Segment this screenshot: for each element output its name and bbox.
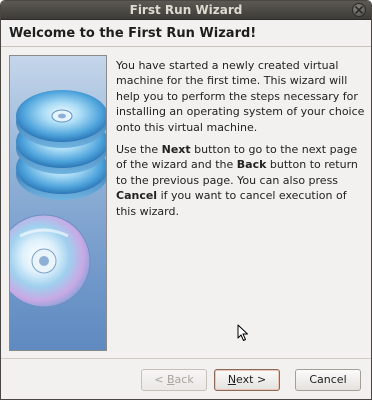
next-button-rest: ext > [236,373,267,386]
instructions-next-word: Next [161,143,191,156]
cancel-button[interactable]: Cancel [295,369,361,391]
mouse-pointer-icon [237,324,248,341]
intro-paragraph: You have started a newly created virtual… [116,59,365,134]
window-titlebar[interactable]: First Run Wizard [1,1,371,20]
wizard-header: Welcome to the First Run Wizard! [1,20,371,47]
cd-stack-illustration [9,55,107,351]
page-title: Welcome to the First Run Wizard! [9,26,257,41]
disc-large [10,214,91,308]
window-title: First Run Wizard [129,3,243,17]
back-button-rest: ack [174,373,194,386]
close-button[interactable] [352,3,366,17]
close-icon [355,6,363,14]
instructions-paragraph: Use the Next button to go to the next pa… [116,142,366,219]
footer-separator [1,358,371,359]
back-button[interactable]: < Back [141,369,207,391]
disc-stack [16,90,106,200]
next-button-mnemonic: N [227,373,237,386]
instructions-back-word: Back [236,158,267,172]
instructions-text: Use the [116,143,162,156]
wizard-window: First Run Wizard Welcome to the First Ru… [0,0,372,400]
back-button-mnemonic: B [167,373,175,386]
wizard-content: You have started a newly created virtual… [1,47,371,358]
instructions-cancel-word: Cancel [116,189,158,203]
back-button-prefix: < [154,373,167,386]
next-button[interactable]: Next > [214,369,280,391]
